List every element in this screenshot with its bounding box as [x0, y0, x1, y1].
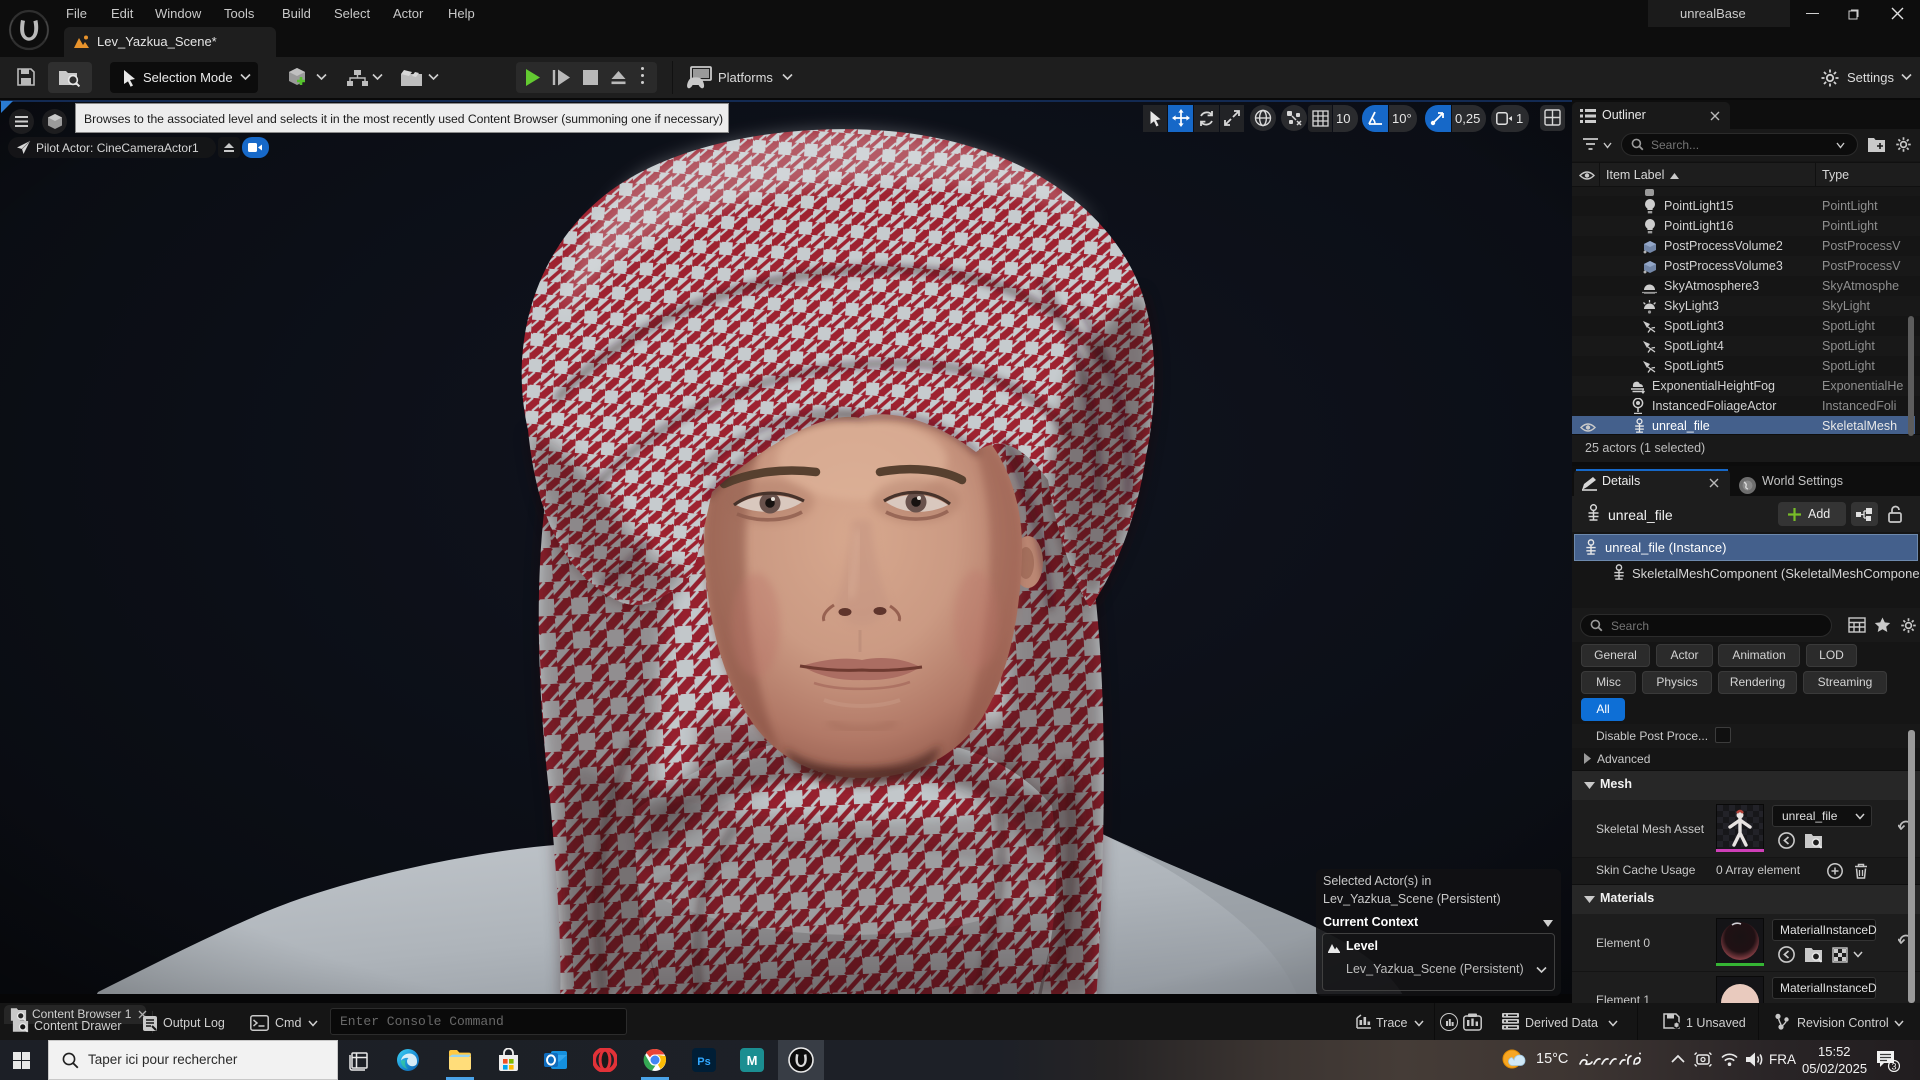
svg-text:Ps: Ps — [697, 1056, 710, 1068]
svg-text:M: M — [747, 1053, 758, 1068]
svg-text:3: 3 — [1891, 1062, 1896, 1072]
